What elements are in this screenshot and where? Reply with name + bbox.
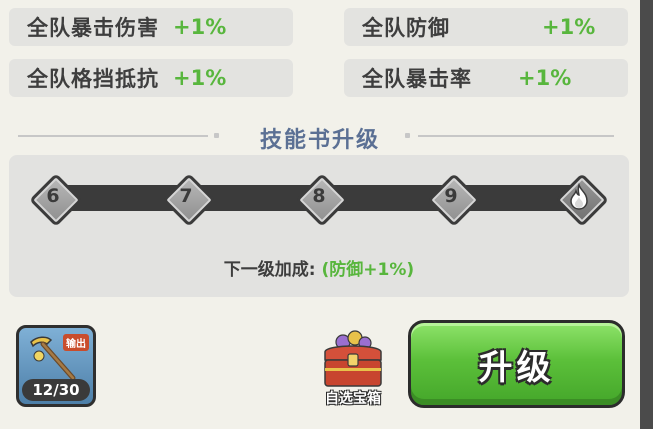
level-number: 6 [46, 185, 60, 207]
stat-value: +1% [173, 66, 227, 90]
level-node-7: 7 [162, 173, 216, 227]
level-track: 6 7 8 9 下一级加成: (防御+1%) [9, 155, 629, 297]
upgrade-button-label: 升级 [478, 347, 555, 388]
item-tag: 输出 [63, 334, 89, 351]
treasure-chest-icon [324, 330, 382, 387]
stat-name: 全队暴击率 [362, 67, 472, 91]
level-node-9: 9 [427, 173, 481, 227]
level-number: 9 [444, 185, 458, 207]
chest-label: 自选宝箱 [325, 391, 381, 407]
bonus-label: 下一级加成: [223, 260, 316, 280]
level-node-8: 8 [295, 173, 349, 227]
panel-edge [640, 0, 653, 429]
stat-row-crit-damage: 全队暴击伤害 +1% [9, 8, 293, 46]
level-number: 7 [179, 185, 193, 207]
optional-chest[interactable]: 自选宝箱 [313, 330, 393, 408]
level-node-6: 6 [29, 173, 83, 227]
section-header: 技能书升级 [0, 118, 640, 154]
flame-icon [570, 183, 588, 210]
stat-name: 全队防御 [362, 16, 450, 40]
stat-name: 全队暴击伤害 [27, 16, 159, 40]
stat-row-block-resist: 全队格挡抵抗 +1% [9, 59, 293, 97]
stat-row-crit-rate: 全队暴击率 +1% [344, 59, 628, 97]
item-count: 12/30 [22, 379, 90, 401]
stat-row-defense: 全队防御 +1% [344, 8, 628, 46]
stat-value: +1% [173, 15, 227, 39]
stat-name: 全队格挡抵抗 [27, 67, 159, 91]
stat-value: +1% [542, 15, 596, 39]
upgrade-button[interactable]: 升级 [408, 320, 625, 408]
bonus-value: (防御+1%) [321, 260, 415, 280]
section-title: 技能书升级 [259, 128, 380, 153]
next-level-bonus: 下一级加成: (防御+1%) [9, 255, 629, 280]
level-node-max [555, 173, 609, 227]
skill-book-panel: 全队暴击伤害 +1% 全队防御 +1% 全队格挡抵抗 +1% 全队暴击率 +1%… [0, 0, 640, 429]
level-number: 8 [312, 185, 326, 207]
skill-book-item[interactable]: 输出 12/30 [16, 325, 96, 407]
stat-value: +1% [518, 66, 572, 90]
